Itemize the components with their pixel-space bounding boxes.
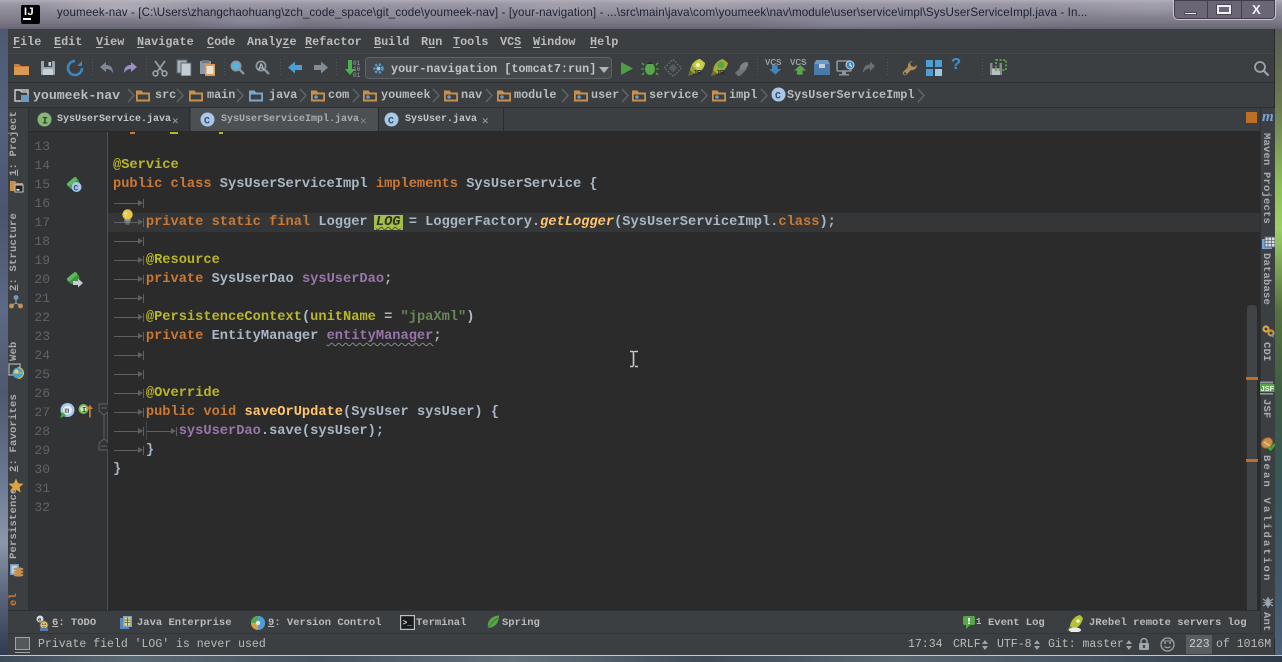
- svg-text:VCS: VCS: [790, 58, 807, 67]
- svg-text:01: 01: [353, 72, 361, 78]
- svg-text:I: I: [42, 117, 48, 128]
- svg-text:JSF: JSF: [1261, 384, 1275, 393]
- svg-text:I: I: [82, 407, 86, 415]
- svg-text:JR: JR: [693, 70, 702, 77]
- svg-text:C: C: [775, 92, 781, 103]
- svg-text:A: A: [258, 62, 265, 72]
- svg-text:>_: >_: [403, 619, 413, 628]
- svg-text:m: m: [65, 407, 70, 416]
- svg-text:JR: JR: [716, 70, 725, 77]
- svg-text:C: C: [388, 117, 394, 128]
- svg-text:C: C: [204, 117, 210, 128]
- svg-text:C: C: [74, 185, 79, 194]
